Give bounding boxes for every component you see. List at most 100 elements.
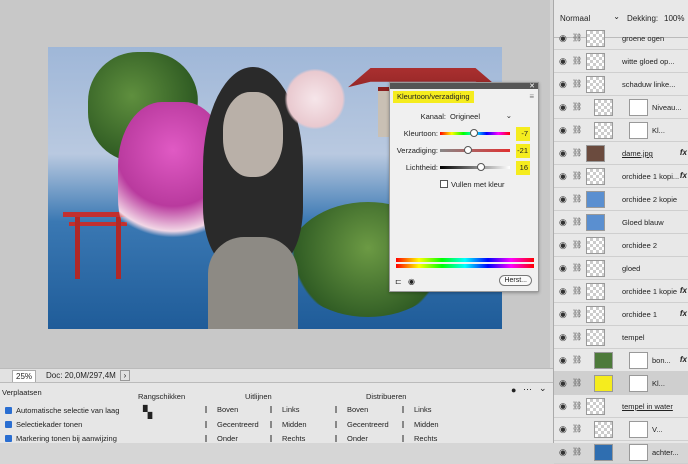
layer-name[interactable]: schaduw linke... <box>622 80 675 89</box>
saturation-slider[interactable] <box>440 146 510 154</box>
align-bottom-button[interactable]: Onder <box>205 434 238 443</box>
layer-row[interactable]: ◉ ⛓ Gloed blauw <box>554 211 688 234</box>
link-icon[interactable]: ⛓ <box>572 447 582 456</box>
align-vcenter-button[interactable]: Gecentreerd <box>205 420 259 429</box>
layer-mask-thumbnail[interactable] <box>629 375 648 392</box>
layer-effects-icon[interactable]: fx <box>680 286 687 295</box>
lightness-value[interactable]: 16 <box>516 161 530 175</box>
eye-icon[interactable]: ◉ <box>559 401 567 412</box>
eye-icon[interactable]: ◉ <box>559 148 567 159</box>
layer-name[interactable]: Niveau... <box>652 103 682 112</box>
canvas-workspace[interactable]: ✕ Kleurtoon/verzadiging ≡ Kanaal: Origin… <box>0 0 550 368</box>
hue-saturation-panel[interactable]: ✕ Kleurtoon/verzadiging ≡ Kanaal: Origin… <box>389 82 539 292</box>
auto-select-checkbox[interactable] <box>5 407 12 414</box>
arrange-icon[interactable]: ▚ <box>143 405 152 419</box>
layer-row[interactable]: ◉ ⛓ bon... fx <box>554 349 688 372</box>
link-icon[interactable]: ⛓ <box>572 240 582 249</box>
help-icon[interactable]: ● <box>511 385 516 395</box>
distribute-top-button[interactable]: Boven <box>335 405 368 414</box>
close-icon[interactable]: ✕ <box>529 82 535 90</box>
layer-name[interactable]: bon... <box>652 356 671 365</box>
distribute-right-button[interactable]: Rechts <box>402 434 437 443</box>
distribute-bottom-button[interactable]: Onder <box>335 434 368 443</box>
link-icon[interactable]: ⛓ <box>572 148 582 157</box>
layer-row[interactable]: ◉ ⛓ orchidee 1 kopi... fx <box>554 165 688 188</box>
eye-icon[interactable]: ◉ <box>559 447 567 458</box>
layer-effects-icon[interactable]: fx <box>680 148 687 157</box>
link-icon[interactable]: ⛓ <box>572 33 582 42</box>
distribute-left-button[interactable]: Links <box>402 405 432 414</box>
visibility-icon[interactable]: ◉ <box>408 277 415 286</box>
layer-name[interactable]: V... <box>652 425 663 434</box>
layer-row[interactable]: ◉ ⛓ orchidee 1 kopie fx <box>554 280 688 303</box>
eye-icon[interactable]: ◉ <box>559 240 567 251</box>
eye-icon[interactable]: ◉ <box>559 33 567 44</box>
layer-name[interactable]: gloed <box>622 264 640 273</box>
hue-value[interactable]: -7 <box>516 127 530 141</box>
eye-icon[interactable]: ◉ <box>559 286 567 297</box>
align-right-button[interactable]: Rechts <box>270 434 305 443</box>
layer-row[interactable]: ◉ ⛓ witte gloed op... <box>554 50 688 73</box>
show-bbox-option[interactable]: Selectiekader tonen <box>5 420 82 429</box>
layer-row[interactable]: ◉ ⛓ V... <box>554 418 688 441</box>
align-hcenter-button[interactable]: Midden <box>270 420 307 429</box>
link-icon[interactable]: ⛓ <box>572 125 582 134</box>
layer-row[interactable]: ◉ ⛓ orchidee 2 <box>554 234 688 257</box>
status-arrow-button[interactable]: › <box>120 370 130 381</box>
layer-name[interactable]: Gloed blauw <box>622 218 664 227</box>
link-icon[interactable]: ⛓ <box>572 286 582 295</box>
layer-effects-icon[interactable]: fx <box>680 309 687 318</box>
auto-select-option[interactable]: Automatische selectie van laag <box>5 406 119 415</box>
reset-button[interactable]: Herst... <box>499 275 532 286</box>
layer-row[interactable]: ◉ ⛓ Kl... <box>554 372 688 395</box>
layer-name[interactable]: orchidee 1 kopi... <box>622 172 679 181</box>
layer-row[interactable]: ◉ ⛓ achter... <box>554 441 688 464</box>
layer-row[interactable]: ◉ ⛓ tempel in water <box>554 395 688 418</box>
link-icon[interactable]: ⛓ <box>572 56 582 65</box>
more-icon[interactable]: ⋯ <box>523 384 532 395</box>
link-icon[interactable]: ⛓ <box>572 194 582 203</box>
layer-mask-thumbnail[interactable] <box>629 352 648 369</box>
eye-icon[interactable]: ◉ <box>559 125 567 136</box>
eye-icon[interactable]: ◉ <box>559 79 567 90</box>
eye-icon[interactable]: ◉ <box>559 424 567 435</box>
eye-icon[interactable]: ◉ <box>559 378 567 389</box>
hue-slider-knob[interactable] <box>469 129 478 137</box>
layer-name[interactable]: tempel in water <box>622 402 673 411</box>
layer-row[interactable]: ◉ ⛓ groene ogen <box>554 27 688 50</box>
layer-row[interactable]: ◉ ⛓ orchidee 2 kopie <box>554 188 688 211</box>
opacity-value[interactable]: 100% <box>664 14 684 23</box>
show-highlight-checkbox[interactable] <box>5 435 12 442</box>
eye-icon[interactable]: ◉ <box>559 332 567 343</box>
link-icon[interactable]: ⛓ <box>572 263 582 272</box>
layer-name[interactable]: achter... <box>652 448 679 457</box>
link-icon[interactable]: ⛓ <box>572 355 582 364</box>
channel-select[interactable]: Origineel ⌄ <box>450 111 512 121</box>
layer-mask-thumbnail[interactable] <box>629 122 648 139</box>
layer-name[interactable]: orchidee 2 <box>622 241 657 250</box>
layer-name[interactable]: Kl... <box>652 379 665 388</box>
layer-mask-thumbnail[interactable] <box>629 421 648 438</box>
panel-menu-icon[interactable]: ≡ <box>529 92 534 101</box>
layer-row[interactable]: ◉ ⛓ tempel <box>554 326 688 349</box>
link-icon[interactable]: ⛓ <box>572 79 582 88</box>
layer-name[interactable]: groene ogen <box>622 34 664 43</box>
layer-effects-icon[interactable]: fx <box>680 171 687 180</box>
align-top-button[interactable]: Boven <box>205 405 238 414</box>
eye-icon[interactable]: ◉ <box>559 309 567 320</box>
eye-icon[interactable]: ◉ <box>559 355 567 366</box>
link-icon[interactable]: ⛓ <box>572 424 582 433</box>
saturation-value[interactable]: -21 <box>516 144 530 158</box>
eye-icon[interactable]: ◉ <box>559 194 567 205</box>
layer-name[interactable]: orchidee 2 kopie <box>622 195 677 204</box>
eye-icon[interactable]: ◉ <box>559 56 567 67</box>
distribute-hcenter-button[interactable]: Midden <box>402 420 439 429</box>
align-left-button[interactable]: Links <box>270 405 300 414</box>
lightness-slider[interactable] <box>440 163 510 171</box>
layer-mask-thumbnail[interactable] <box>629 444 648 461</box>
layer-mask-thumbnail[interactable] <box>629 99 648 116</box>
lightness-slider-knob[interactable] <box>476 163 485 171</box>
link-icon[interactable]: ⛓ <box>572 401 582 410</box>
saturation-slider-knob[interactable] <box>464 146 472 154</box>
link-icon[interactable]: ⛓ <box>572 332 582 341</box>
